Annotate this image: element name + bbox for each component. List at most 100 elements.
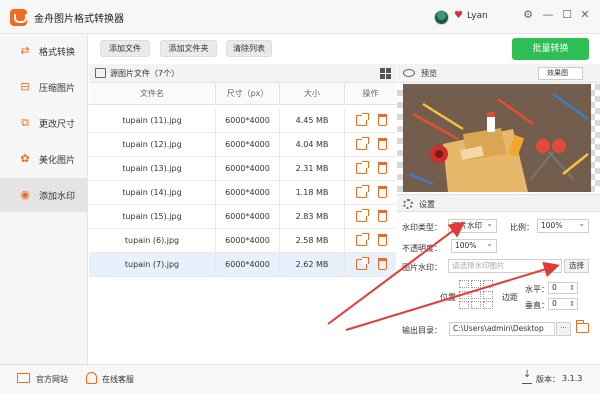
position-cell[interactable] bbox=[459, 280, 469, 288]
table-row[interactable]: tupain (15).jpg 6000*4000 2.83 MB bbox=[89, 205, 396, 229]
delete-icon[interactable] bbox=[378, 186, 387, 198]
add-file-button[interactable]: 添加文件 bbox=[100, 40, 150, 57]
open-file-icon[interactable] bbox=[356, 185, 369, 198]
batch-convert-button[interactable]: 批量转换 bbox=[512, 38, 589, 60]
open-file-icon[interactable] bbox=[356, 233, 369, 246]
delete-icon[interactable] bbox=[378, 138, 387, 150]
dimensions-cell: 6000*4000 bbox=[216, 109, 280, 133]
file-size-cell: 4.04 MB bbox=[280, 133, 345, 157]
sidebar: ⇄ 格式转换 ⊟ 压缩图片 ⧉ 更改尺寸 ✿ 美化图片 ◉ 添加水印 bbox=[0, 34, 88, 364]
delete-icon[interactable] bbox=[378, 162, 387, 174]
position-cell[interactable] bbox=[459, 290, 469, 299]
sidebar-item-resize[interactable]: ⧉ 更改尺寸 bbox=[0, 106, 88, 140]
open-file-icon[interactable] bbox=[356, 209, 369, 222]
vertical-margin-input[interactable]: 0 bbox=[548, 298, 578, 310]
file-name-cell: tupain (12).jpg bbox=[89, 133, 216, 157]
output-dir-input[interactable]: C:\Users\admin\Desktop bbox=[449, 322, 555, 336]
position-cell[interactable] bbox=[471, 280, 481, 288]
position-cell[interactable] bbox=[459, 301, 469, 310]
clear-list-button[interactable]: 清除列表 bbox=[226, 40, 272, 57]
ratio-select[interactable]: 100% bbox=[537, 218, 589, 233]
eye-icon bbox=[403, 69, 415, 77]
grid-view-icon[interactable] bbox=[380, 68, 391, 79]
dimensions-cell: 6000*4000 bbox=[216, 205, 280, 229]
file-panel-header: 源图片文件（7个） bbox=[89, 64, 396, 83]
sidebar-item-label: 更改尺寸 bbox=[39, 119, 76, 130]
file-panel-title: 源图片文件（7个） bbox=[110, 69, 180, 78]
file-name-cell: tupain (6).jpg bbox=[89, 229, 216, 253]
position-cell[interactable] bbox=[483, 290, 493, 299]
choose-watermark-button[interactable]: 选择 bbox=[564, 259, 589, 273]
column-header-actions: 操作 bbox=[345, 83, 396, 105]
delete-icon[interactable] bbox=[378, 114, 387, 126]
watermark-image-input[interactable]: 请选择水印图片 bbox=[448, 259, 562, 273]
table-row[interactable]: tupain (11).jpg 6000*4000 4.45 MB bbox=[89, 109, 396, 133]
file-name-cell: tupain (11).jpg bbox=[89, 109, 216, 133]
username[interactable]: Lyan bbox=[467, 11, 488, 21]
effect-view-select[interactable]: 效果图 bbox=[538, 67, 583, 80]
delete-icon[interactable] bbox=[378, 234, 387, 246]
opacity-label: 不透明度： bbox=[402, 244, 442, 253]
table-row[interactable]: tupain (12).jpg 6000*4000 4.04 MB bbox=[89, 133, 396, 157]
folder-icon[interactable] bbox=[576, 320, 589, 333]
opacity-select[interactable]: 100% bbox=[451, 238, 497, 253]
title-bar: 金舟图片格式转换器 ♥ Lyan ⚙ — ☐ ✕ bbox=[0, 0, 600, 34]
file-size-cell: 2.62 MB bbox=[280, 253, 345, 277]
version-value: 3.1.3 bbox=[562, 374, 583, 383]
column-header-size[interactable]: 大小 bbox=[280, 83, 345, 105]
footer: 官方网站 在线客服 版本： 3.1.3 bbox=[0, 364, 600, 394]
position-cell[interactable] bbox=[483, 280, 493, 288]
position-grid[interactable] bbox=[459, 280, 495, 310]
sidebar-item-watermark[interactable]: ◉ 添加水印 bbox=[0, 178, 88, 212]
table-row[interactable]: tupain (14).jpg 6000*4000 1.18 MB bbox=[89, 181, 396, 205]
position-cell[interactable] bbox=[471, 301, 481, 310]
ratio-label: 比例： bbox=[510, 223, 534, 232]
close-button[interactable]: ✕ bbox=[578, 8, 592, 22]
delete-icon[interactable] bbox=[378, 258, 387, 270]
column-header-dimensions[interactable]: 尺寸（px） bbox=[216, 83, 280, 105]
maximize-button[interactable]: ☐ bbox=[560, 8, 574, 22]
compress-icon: ⊟ bbox=[20, 80, 30, 93]
table-row-selected[interactable]: tupain (7).jpg 6000*4000 2.62 MB bbox=[89, 253, 396, 277]
delete-icon[interactable] bbox=[378, 210, 387, 222]
monitor-icon bbox=[17, 373, 30, 383]
file-size-cell: 2.58 MB bbox=[280, 229, 345, 253]
sidebar-item-format-convert[interactable]: ⇄ 格式转换 bbox=[0, 34, 88, 68]
user-avatar[interactable] bbox=[434, 10, 449, 25]
sidebar-item-beautify[interactable]: ✿ 美化图片 bbox=[0, 142, 88, 176]
sidebar-item-compress[interactable]: ⊟ 压缩图片 bbox=[0, 70, 88, 104]
download-icon bbox=[522, 369, 532, 384]
add-folder-button[interactable]: 添加文件夹 bbox=[160, 40, 217, 57]
file-size-cell: 2.83 MB bbox=[280, 205, 345, 229]
minimize-button[interactable]: — bbox=[541, 8, 555, 22]
browse-more-button[interactable]: ··· bbox=[556, 322, 571, 336]
official-website-link[interactable]: 官方网站 bbox=[36, 374, 68, 385]
sidebar-item-label: 压缩图片 bbox=[39, 83, 76, 94]
sidebar-item-label: 添加水印 bbox=[39, 191, 76, 202]
open-file-icon[interactable] bbox=[356, 257, 369, 270]
watermark-type-select[interactable]: 图片水印 bbox=[448, 218, 497, 233]
app-title: 金舟图片格式转换器 bbox=[34, 14, 124, 25]
table-row[interactable]: tupain (6).jpg 6000*4000 2.58 MB bbox=[89, 229, 396, 253]
dimensions-cell: 6000*4000 bbox=[216, 133, 280, 157]
file-size-cell: 4.45 MB bbox=[280, 109, 345, 133]
open-file-icon[interactable] bbox=[356, 161, 369, 174]
open-file-icon[interactable] bbox=[356, 113, 369, 126]
file-size-cell: 1.18 MB bbox=[280, 181, 345, 205]
settings-icon[interactable]: ⚙ bbox=[521, 8, 535, 22]
watermark-icon: ◉ bbox=[20, 188, 30, 201]
file-name-cell: tupain (15).jpg bbox=[89, 205, 216, 229]
app-logo-icon bbox=[10, 9, 27, 26]
horizontal-margin-input[interactable]: 0 bbox=[548, 282, 578, 294]
position-cell[interactable] bbox=[483, 301, 493, 310]
image-icon bbox=[95, 68, 106, 78]
open-file-icon[interactable] bbox=[356, 137, 369, 150]
dimensions-cell: 6000*4000 bbox=[216, 253, 280, 277]
file-size-cell: 2.31 MB bbox=[280, 157, 345, 181]
position-cell[interactable] bbox=[471, 290, 481, 299]
watermark-type-label: 水印类型： bbox=[402, 223, 442, 232]
online-support-link[interactable]: 在线客服 bbox=[102, 374, 134, 385]
column-header-filename[interactable]: 文件名 bbox=[89, 83, 216, 105]
table-row[interactable]: tupain (13).jpg 6000*4000 2.31 MB bbox=[89, 157, 396, 181]
preview-photo-illustration bbox=[403, 84, 591, 192]
